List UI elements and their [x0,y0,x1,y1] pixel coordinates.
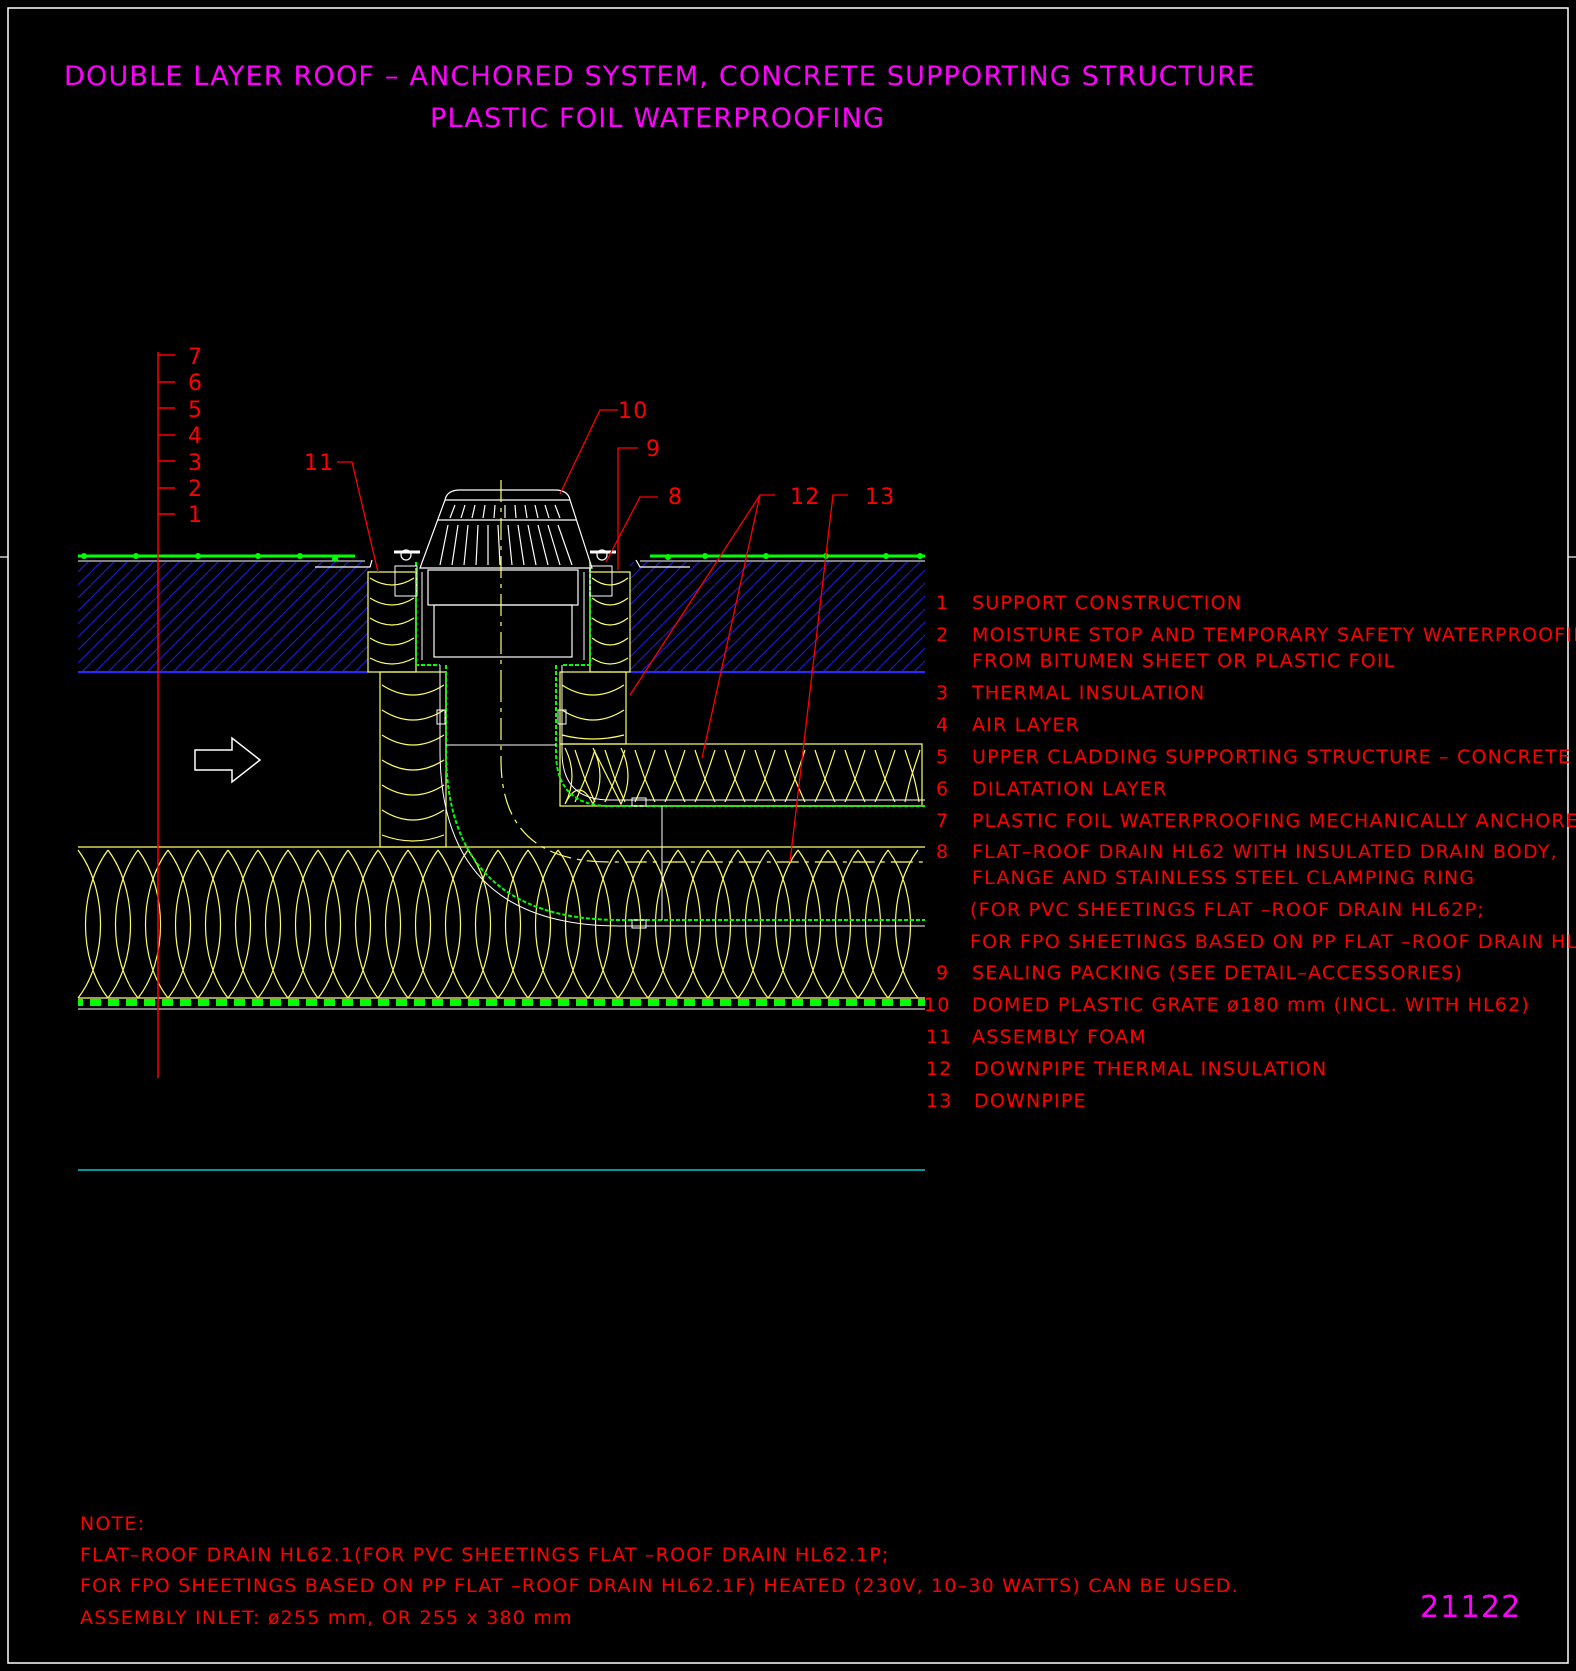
legend-text-8d: FOR FPO SHEETINGS BASED ON PP FLAT –ROOF… [970,931,1576,953]
legend-num-8: 8 [936,841,949,863]
thermal-insulation-layer [77,846,925,999]
callout-8: 8 [668,485,683,510]
title-line-2: PLASTIC FOIL WATERPROOFING [430,103,885,134]
callout-11: 11 [304,451,334,476]
legend-num-5: 5 [936,746,949,768]
callout-12: 12 [790,485,820,510]
callout-13: 13 [865,485,895,510]
callout-10: 10 [618,399,648,424]
note-line-2: FOR FPO SHEETINGS BASED ON PP FLAT –ROOF… [80,1575,1239,1597]
legend-text-13: DOWNPIPE [974,1090,1087,1112]
scale-label-4: 4 [188,424,203,449]
drain-body [394,549,616,666]
legend-num-2: 2 [936,624,949,646]
legend-text-7: PLASTIC FOIL WATERPROOFING MECHANICALLY … [972,810,1576,832]
scale-label-2: 2 [188,477,203,502]
legend-num-4: 4 [936,714,949,736]
legend-text-6: DILATATION LAYER [972,778,1167,800]
note-block: NOTE: FLAT–ROOF DRAIN HL62.1(FOR PVC SHE… [80,1513,1239,1629]
legend-num-7: 7 [936,810,949,832]
legend-text-10: DOMED PLASTIC GRATE ø180 mm (INCL. WITH … [972,994,1530,1016]
legend-text-1: SUPPORT CONSTRUCTION [972,592,1242,614]
legend-text-2a: MOISTURE STOP AND TEMPORARY SAFETY WATER… [972,624,1576,646]
legend-num-10: 10 [924,994,951,1016]
legend-text-12: DOWNPIPE THERMAL INSULATION [974,1058,1327,1080]
roof-drain-detail-drawing: DOUBLE LAYER ROOF – ANCHORED SYSTEM, CON… [0,7,1576,1664]
moisture-stop-layer [78,999,925,1010]
callout-9: 9 [646,437,661,462]
legend-text-9: SEALING PACKING (SEE DETAIL–ACCESSORIES) [972,962,1463,984]
legend-text-8b: FLANGE AND STAINLESS STEEL CLAMPING RING [972,867,1475,889]
note-line-3: ASSEMBLY INLET: ø255 mm, OR 255 x 380 mm [80,1607,573,1629]
title-line-1: DOUBLE LAYER ROOF – ANCHORED SYSTEM, CON… [64,61,1256,92]
legend-text-11: ASSEMBLY FOAM [972,1026,1147,1048]
legend-text-5: UPPER CLADDING SUPPORTING STRUCTURE – CO… [972,746,1571,768]
scale-label-1: 1 [188,503,203,528]
legend-text-4: AIR LAYER [972,714,1080,736]
legend-num-9: 9 [936,962,949,984]
legend-num-3: 3 [936,682,949,704]
pipe-insulation-vertical [379,671,627,848]
legend-text-2b: FROM BITUMEN SHEET OR PLASTIC FOIL [972,650,1395,672]
scale-label-6: 6 [188,371,203,396]
legend-num-13: 13 [926,1090,953,1112]
legend-text-8c: (FOR PVC SHEETINGS FLAT –ROOF DRAIN HL62… [970,899,1485,921]
domed-grate [419,489,593,569]
scale-label-7: 7 [188,345,203,370]
layer-scale: 7 6 5 4 3 2 1 [157,345,203,1078]
pipe-insulation-horizontal [559,743,923,807]
concrete-slab [78,562,925,673]
scale-label-5: 5 [188,398,203,423]
legend-num-11: 11 [926,1026,953,1048]
drawing-frame [7,7,1569,1664]
scale-label-3: 3 [188,451,203,476]
air-flow-arrow-icon [194,736,262,784]
legend-num-6: 6 [936,778,949,800]
legend-num-12: 12 [926,1058,953,1080]
legend-text-3: THERMAL INSULATION [971,682,1205,704]
note-heading: NOTE: [80,1513,145,1535]
note-line-1: FLAT–ROOF DRAIN HL62.1(FOR PVC SHEETINGS… [80,1544,890,1566]
legend-text-8a: FLAT–ROOF DRAIN HL62 WITH INSULATED DRAI… [972,841,1558,863]
legend-num-1: 1 [936,592,949,614]
drawing-number: 21122 [1420,1590,1521,1625]
legend: 1 SUPPORT CONSTRUCTION 2 MOISTURE STOP A… [924,592,1576,1112]
